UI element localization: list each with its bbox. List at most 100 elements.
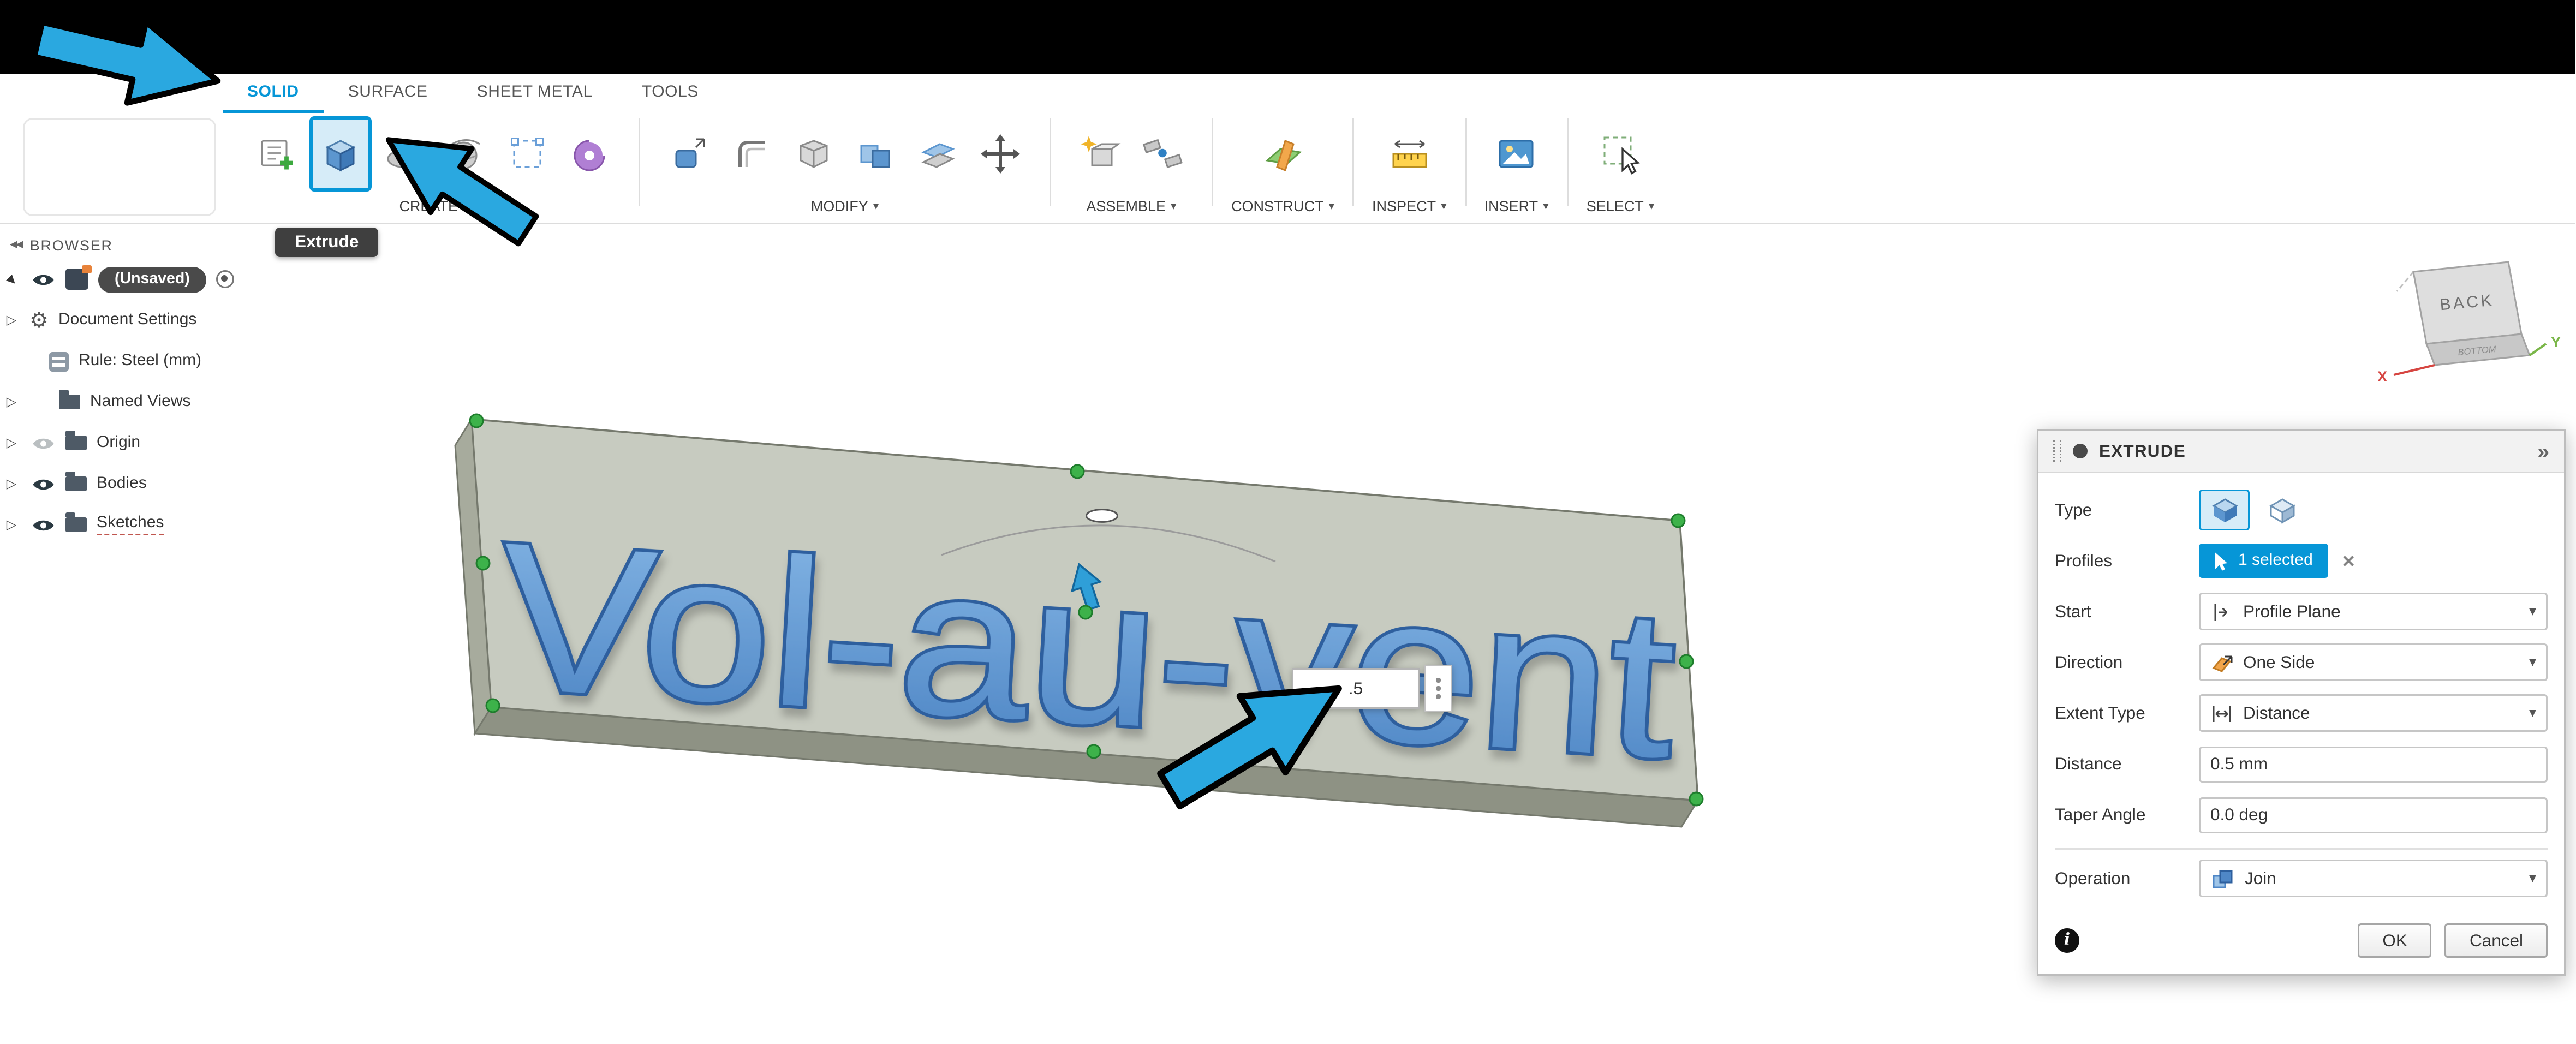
extrude-button[interactable] (309, 116, 372, 192)
tab-solid[interactable]: SOLID (223, 75, 324, 113)
handle-point[interactable] (486, 699, 499, 712)
tree-expand-icon[interactable]: ▷ (3, 313, 20, 327)
browser-item-sketches[interactable]: ▷ Sketches (3, 504, 306, 545)
coil-button[interactable] (558, 116, 621, 192)
insert-image-icon (1495, 133, 1538, 175)
direction-label: Direction (2055, 653, 2199, 672)
handle-point[interactable] (476, 557, 490, 570)
handle-point[interactable] (1690, 792, 1703, 806)
tab-surface[interactable]: SURFACE (324, 75, 452, 113)
press-pull-button[interactable] (658, 116, 720, 192)
distance-row: Distance (2055, 738, 2548, 789)
offset-face-button[interactable] (907, 116, 969, 192)
plane-handle[interactable] (1086, 510, 1117, 522)
tab-tools[interactable]: TOOLS (617, 75, 723, 113)
profiles-row: Profiles 1 selected × (2055, 535, 2548, 586)
fillet-button[interactable] (720, 116, 783, 192)
expand-dialog-icon[interactable]: » (2537, 439, 2549, 463)
handle-point[interactable] (470, 414, 483, 427)
dialog-header[interactable]: EXTRUDE » (2038, 431, 2564, 473)
handle-point[interactable] (1079, 606, 1092, 619)
operation-dropdown[interactable]: Join ▾ (2199, 860, 2548, 897)
join-icon (2210, 867, 2235, 890)
measure-icon (1388, 133, 1430, 175)
visibility-eye-icon[interactable] (29, 517, 56, 533)
one-side-icon (2210, 651, 2233, 674)
create-sketch-button[interactable] (247, 116, 309, 192)
inspect-group-label[interactable]: INSPECT▾ (1372, 195, 1447, 216)
extent-type-dropdown[interactable]: Distance ▾ (2199, 694, 2548, 732)
viewcube-x-axis-label: X (2377, 368, 2387, 385)
cancel-button[interactable]: Cancel (2445, 923, 2548, 958)
item-label: Sketches (97, 514, 164, 535)
visibility-eye-icon[interactable] (29, 476, 56, 492)
toolbar-group-modify: MODIFY▾ (647, 115, 1043, 216)
tree-expand-icon[interactable]: ▼ (0, 267, 23, 290)
handle-point[interactable] (1680, 655, 1693, 668)
extrude-solid-icon (2208, 496, 2241, 525)
clear-selection-icon[interactable]: × (2342, 550, 2355, 571)
visibility-eye-icon[interactable] (29, 271, 56, 288)
insert-button[interactable] (1486, 116, 1548, 192)
options-grip-icon[interactable] (1424, 665, 1452, 712)
drag-grip-icon[interactable] (2053, 440, 2061, 462)
shell-button[interactable] (783, 116, 845, 192)
tree-expand-icon[interactable]: ▷ (3, 436, 20, 450)
combine-button[interactable] (845, 116, 907, 192)
visibility-eye-icon-hidden[interactable] (29, 435, 56, 451)
viewcube[interactable]: BACK BOTTOM Y X (2374, 249, 2564, 403)
toolbar-divider (639, 118, 640, 206)
handle-point[interactable] (1087, 745, 1100, 758)
operation-label: Operation (2055, 869, 2199, 888)
caret-down-icon: ▾ (2529, 704, 2536, 722)
browser-item-origin[interactable]: ▷ Origin (3, 422, 306, 463)
new-component-button[interactable] (1069, 116, 1131, 192)
distance-input[interactable] (2199, 746, 2548, 782)
toolbar-group-insert: INSERT▾ (1473, 115, 1560, 216)
active-document-radio[interactable] (216, 270, 234, 288)
tree-expand-icon[interactable]: ▷ (3, 476, 20, 491)
fusion-app-window: Vol-au-vent SOLID SURFACE SHEET METAL TO… (0, 0, 2576, 1044)
caret-down-icon: ▾ (873, 199, 879, 212)
assemble-group-label[interactable]: ASSEMBLE▾ (1086, 195, 1176, 216)
tab-sheet-metal[interactable]: SHEET METAL (452, 75, 617, 113)
browser-item-named-views[interactable]: ▷ Named Views (3, 381, 306, 422)
browser-item-bodies[interactable]: ▷ Bodies (3, 463, 306, 504)
move-button[interactable] (969, 116, 1031, 192)
document-name-badge[interactable]: (Unsaved) (98, 266, 206, 293)
extrude-type-solid-button[interactable] (2199, 490, 2250, 530)
type-label: Type (2055, 500, 2199, 520)
handle-point[interactable] (1071, 465, 1084, 478)
folder-icon (59, 395, 80, 409)
construct-plane-button[interactable] (1252, 116, 1314, 192)
extent-type-label: Extent Type (2055, 703, 2199, 723)
taper-angle-input[interactable] (2199, 797, 2548, 833)
measure-button[interactable] (1378, 116, 1440, 192)
info-icon[interactable]: i (2055, 928, 2079, 953)
operation-row: Operation Join ▾ (2055, 853, 2548, 904)
browser-item-rule[interactable]: Rule: Steel (mm) (3, 341, 306, 381)
tree-expand-icon[interactable]: ▷ (3, 517, 20, 532)
start-dropdown[interactable]: Profile Plane ▾ (2199, 593, 2548, 630)
browser-item-document-settings[interactable]: ▷ ⚙ Document Settings (3, 300, 306, 341)
direction-dropdown[interactable]: One Side ▾ (2199, 643, 2548, 681)
profiles-selected-button[interactable]: 1 selected (2199, 544, 2328, 578)
collapse-browser-icon[interactable]: ◀◀ (10, 239, 22, 250)
construct-group-label[interactable]: CONSTRUCT▾ (1231, 195, 1334, 216)
joint-icon (1141, 133, 1184, 175)
select-button[interactable] (1589, 116, 1651, 192)
tree-expand-icon[interactable]: ▷ (3, 395, 20, 409)
select-group-label[interactable]: SELECT▾ (1587, 195, 1655, 216)
insert-group-label[interactable]: INSERT▾ (1484, 195, 1549, 216)
shell-icon (792, 133, 835, 175)
start-label: Start (2055, 602, 2199, 622)
handle-point[interactable] (1672, 514, 1685, 527)
extrude-dialog: EXTRUDE » Type Profiles 1 selected × (2037, 429, 2566, 976)
browser-root-row[interactable]: ▼ (Unsaved) (3, 259, 306, 300)
extrude-type-thin-button[interactable] (2256, 490, 2307, 530)
toolbar-divider (1567, 118, 1569, 206)
joint-button[interactable] (1131, 116, 1194, 192)
item-label: Bodies (97, 475, 147, 493)
ok-button[interactable]: OK (2358, 923, 2432, 958)
modify-group-label[interactable]: MODIFY▾ (811, 195, 879, 216)
